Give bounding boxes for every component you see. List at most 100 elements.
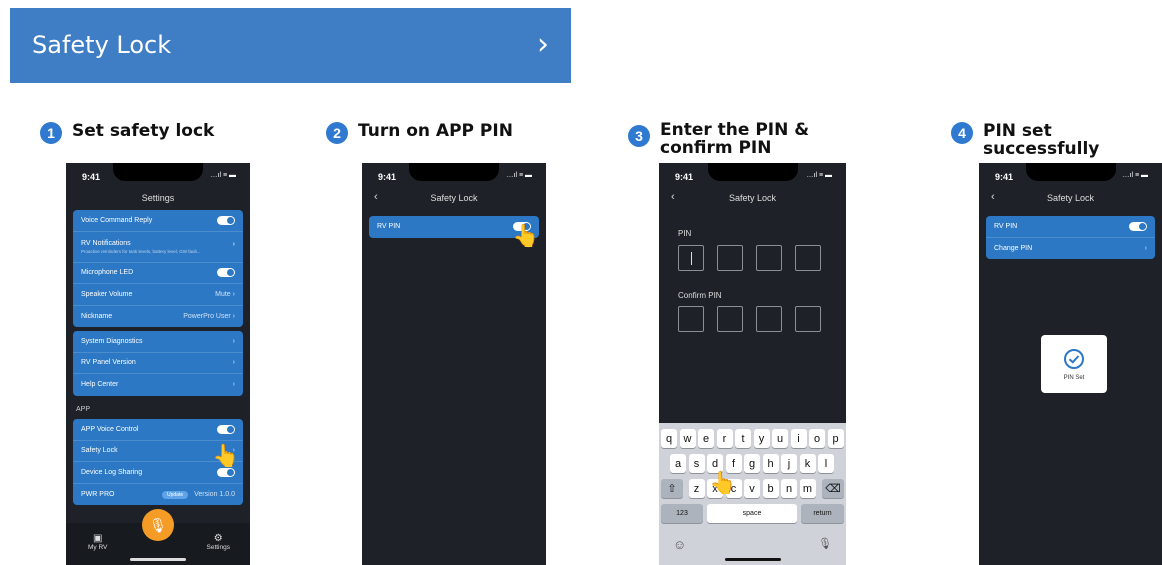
row-help-center[interactable]: Help Center › (73, 374, 243, 396)
key-p[interactable]: p (827, 429, 844, 448)
pin-digit-box[interactable] (717, 245, 743, 271)
key-g[interactable]: g (744, 454, 760, 473)
log-sharing-toggle[interactable] (217, 467, 235, 477)
settings-group-device: Voice Command Reply RV Notifications Pro… (73, 210, 243, 328)
row-change-pin[interactable]: Change PIN › (986, 238, 1155, 260)
update-badge[interactable]: Update (162, 491, 189, 500)
tap-hand-icon: 👆 (212, 443, 240, 468)
pin-label: PIN (678, 229, 692, 238)
phone-settings-screen: 9:41 …ıl ≡ ▬ Settings Voice Command Repl… (66, 163, 250, 565)
phone-notch (1025, 163, 1116, 181)
chevron-right-icon: › (537, 27, 549, 62)
row-label: RV PIN (994, 222, 1018, 230)
key-h[interactable]: h (762, 454, 779, 473)
key-i[interactable]: i (790, 429, 807, 448)
confirm-pin-label: Confirm PIN (678, 291, 722, 300)
row-rv-panel-version[interactable]: RV Panel Version › (73, 353, 243, 375)
key-k[interactable]: k (799, 454, 816, 473)
step-number: 3 (628, 125, 650, 147)
microphone-led-toggle[interactable] (217, 268, 235, 278)
row-label: Microphone LED (81, 269, 134, 277)
numbers-key[interactable]: 123 (661, 504, 703, 523)
status-icons: …ıl ≡ ▬ (1122, 172, 1148, 179)
microphone-icon: 🎙 (149, 516, 167, 533)
delete-key[interactable]: ⌫ (822, 479, 844, 498)
key-n[interactable]: n (781, 479, 797, 498)
pin-digit-box[interactable] (756, 245, 782, 271)
row-speaker-volume[interactable]: Speaker Volume Mute › (73, 284, 243, 306)
key-o[interactable]: o (809, 429, 825, 448)
row-pwr-pro[interactable]: PWR PRO Update Version 1.0.0 (73, 484, 243, 506)
chevron-right-icon: › (1144, 244, 1147, 252)
gear-icon: ⚙ (213, 533, 223, 544)
app-voice-control-toggle[interactable] (217, 424, 235, 434)
row-label: Safety Lock (81, 447, 118, 455)
key-s[interactable]: s (688, 454, 705, 473)
key-m[interactable]: m (799, 479, 816, 498)
text-cursor (691, 252, 692, 265)
key-e[interactable]: e (698, 429, 714, 448)
row-label: PWR PRO (81, 491, 115, 499)
onscreen-keyboard: q w e r t y u i o p a s d f g h j k l ⇧ … (659, 423, 846, 565)
space-key[interactable]: space (707, 504, 797, 523)
status-time: 9:41 (995, 172, 1014, 182)
screen-title: Safety Lock (728, 193, 777, 203)
emoji-icon[interactable]: ☺ (673, 537, 686, 552)
return-key[interactable]: return (801, 504, 844, 523)
section-app-label: APP (76, 406, 91, 413)
row-microphone-led[interactable]: Microphone LED (73, 263, 243, 285)
step-number: 4 (951, 122, 973, 144)
confirm-pin-digit-box[interactable] (717, 306, 743, 332)
chevron-right-icon: › (232, 337, 235, 345)
pin-digit-box[interactable] (795, 245, 821, 271)
dictation-mic-icon[interactable]: 🎙 (818, 537, 832, 550)
rv-icon: ▣ (92, 533, 103, 544)
key-l[interactable]: l (818, 454, 834, 473)
phone-safety-lock-screen: 9:41 …ıl ≡ ▬ ‹ Safety Lock RV PIN 👆 (362, 163, 546, 565)
status-icons: …ıl ≡ ▬ (806, 172, 832, 179)
shift-key[interactable]: ⇧ (661, 479, 683, 498)
row-rv-notifications[interactable]: RV Notifications Proactive reminders for… (73, 232, 243, 263)
confirm-pin-digit-box[interactable] (756, 306, 782, 332)
tab-label: Settings (206, 544, 231, 551)
row-value: Mute (215, 290, 231, 298)
screen-title: Settings (141, 193, 175, 203)
key-y[interactable]: y (753, 429, 770, 448)
chevron-right-icon: › (232, 313, 235, 321)
row-label: RV Panel Version (81, 359, 136, 367)
row-voice-command-reply[interactable]: Voice Command Reply (73, 210, 243, 232)
key-w[interactable]: w (679, 429, 696, 448)
pin-digit-box[interactable] (678, 245, 704, 271)
key-v[interactable]: v (744, 479, 760, 498)
key-t[interactable]: t (735, 429, 751, 448)
key-b[interactable]: b (762, 479, 779, 498)
key-z[interactable]: z (688, 479, 705, 498)
row-rv-pin[interactable]: RV PIN (986, 216, 1155, 238)
microphone-button[interactable]: 🎙 (142, 509, 174, 541)
row-label: RV Notifications (81, 239, 131, 247)
voice-reply-toggle[interactable] (217, 215, 235, 225)
check-circle-icon (1064, 348, 1084, 369)
step-label: Enter the PIN & confirm PIN (660, 120, 810, 158)
status-icons: …ıl ≡ ▬ (210, 172, 236, 179)
settings-group-pin: RV PIN Change PIN › (986, 216, 1155, 260)
row-nickname[interactable]: Nickname PowerPro User › (73, 306, 243, 328)
confirm-pin-digit-box[interactable] (678, 306, 704, 332)
status-time: 9:41 (675, 172, 694, 182)
key-r[interactable]: r (716, 429, 733, 448)
row-system-diagnostics[interactable]: System Diagnostics › (73, 331, 243, 353)
row-value: PowerPro User (183, 313, 231, 321)
confirm-pin-digit-box[interactable] (795, 306, 821, 332)
tab-my-rv[interactable]: ▣ My RV (88, 533, 107, 551)
toast-label: PIN Set (1063, 374, 1085, 381)
key-q[interactable]: q (661, 429, 677, 448)
key-j[interactable]: j (781, 454, 797, 473)
key-u[interactable]: u (772, 429, 788, 448)
tab-settings[interactable]: ⚙ Settings (207, 533, 231, 551)
step-label: Set safety lock (72, 121, 215, 141)
key-a[interactable]: a (670, 454, 686, 473)
row-app-voice-control[interactable]: APP Voice Control (73, 419, 243, 441)
safety-lock-banner[interactable]: Safety Lock › (10, 8, 571, 83)
phone-notch (113, 163, 203, 181)
rv-pin-toggle[interactable] (1129, 221, 1147, 231)
